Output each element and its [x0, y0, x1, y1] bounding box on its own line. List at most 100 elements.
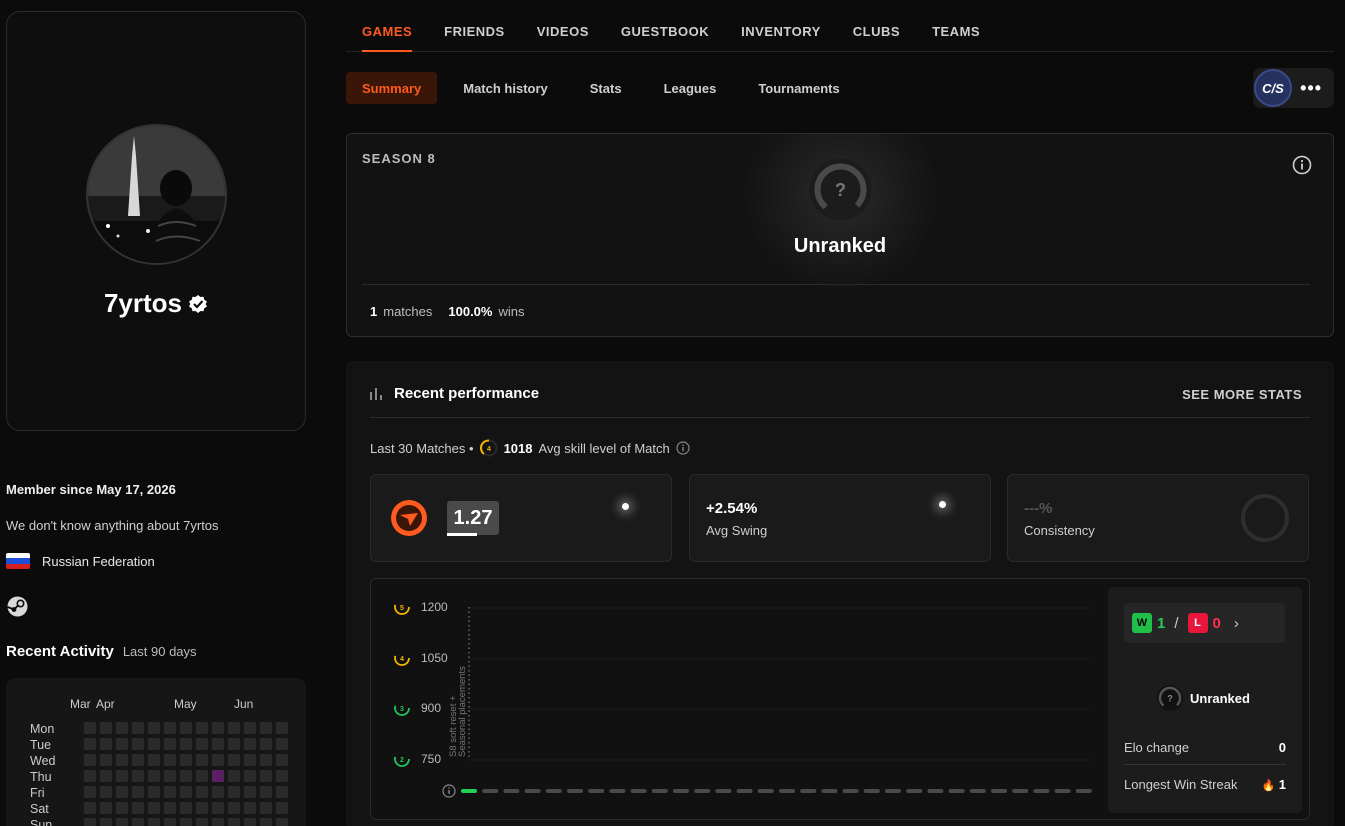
heatmap-cell[interactable]	[260, 802, 272, 814]
heatmap-cell[interactable]	[228, 770, 240, 782]
heatmap-cell[interactable]	[164, 786, 176, 798]
heatmap-cell[interactable]	[260, 722, 272, 734]
heatmap-cell[interactable]	[180, 738, 192, 750]
heatmap-cell[interactable]	[84, 722, 96, 734]
game-switcher[interactable]: C/S •••	[1253, 68, 1334, 108]
heatmap-cell[interactable]	[228, 722, 240, 734]
tab-inventory[interactable]: INVENTORY	[725, 0, 837, 51]
match-result-dash[interactable]	[461, 789, 477, 793]
tab-videos[interactable]: VIDEOS	[521, 0, 605, 51]
subtab-match-history[interactable]: Match history	[447, 72, 564, 104]
heatmap-cell[interactable]	[212, 802, 224, 814]
heatmap-cell[interactable]	[132, 738, 144, 750]
heatmap-cell[interactable]	[100, 802, 112, 814]
heatmap-cell[interactable]	[196, 738, 208, 750]
heatmap-cell[interactable]	[148, 722, 160, 734]
heatmap-cell[interactable]	[212, 738, 224, 750]
heatmap-cell[interactable]	[116, 738, 128, 750]
subtab-stats[interactable]: Stats	[574, 72, 638, 104]
info-icon[interactable]	[1292, 155, 1312, 175]
kd-stat-box[interactable]: 1.27	[370, 474, 672, 562]
heatmap-cell[interactable]	[116, 722, 128, 734]
heatmap-cell[interactable]	[212, 770, 224, 782]
heatmap-cell[interactable]	[260, 770, 272, 782]
heatmap-cell[interactable]	[212, 786, 224, 798]
heatmap-cell[interactable]	[196, 786, 208, 798]
heatmap-cell[interactable]	[164, 802, 176, 814]
tab-games[interactable]: GAMES	[346, 0, 428, 52]
heatmap-cell[interactable]	[132, 802, 144, 814]
heatmap-cell[interactable]	[100, 722, 112, 734]
heatmap-cell[interactable]	[196, 818, 208, 826]
heatmap-cell[interactable]	[164, 770, 176, 782]
tab-guestbook[interactable]: GUESTBOOK	[605, 0, 725, 51]
heatmap-cell[interactable]	[276, 786, 288, 798]
tab-clubs[interactable]: CLUBS	[837, 0, 916, 51]
heatmap-cell[interactable]	[228, 802, 240, 814]
heatmap-cell[interactable]	[180, 770, 192, 782]
heatmap-cell[interactable]	[276, 754, 288, 766]
heatmap-cell[interactable]	[116, 818, 128, 826]
heatmap-cell[interactable]	[244, 738, 256, 750]
heatmap-cell[interactable]	[244, 722, 256, 734]
heatmap-cell[interactable]	[180, 722, 192, 734]
heatmap-cell[interactable]	[180, 754, 192, 766]
heatmap-cell[interactable]	[148, 738, 160, 750]
subtab-tournaments[interactable]: Tournaments	[742, 72, 855, 104]
heatmap-cell[interactable]	[132, 722, 144, 734]
heatmap-cell[interactable]	[212, 722, 224, 734]
more-options-icon[interactable]: •••	[1300, 78, 1322, 99]
heatmap-cell[interactable]	[228, 786, 240, 798]
heatmap-cell[interactable]	[148, 770, 160, 782]
heatmap-cell[interactable]	[196, 754, 208, 766]
subtab-leagues[interactable]: Leagues	[648, 72, 733, 104]
heatmap-cell[interactable]	[276, 738, 288, 750]
heatmap-cell[interactable]	[260, 738, 272, 750]
heatmap-cell[interactable]	[260, 786, 272, 798]
heatmap-cell[interactable]	[116, 754, 128, 766]
heatmap-cell[interactable]	[116, 802, 128, 814]
heatmap-cell[interactable]	[244, 802, 256, 814]
heatmap-cell[interactable]	[164, 738, 176, 750]
heatmap-cell[interactable]	[196, 770, 208, 782]
heatmap-cell[interactable]	[132, 818, 144, 826]
heatmap-cell[interactable]	[212, 818, 224, 826]
heatmap-cell[interactable]	[164, 818, 176, 826]
heatmap-cell[interactable]	[132, 786, 144, 798]
heatmap-cell[interactable]	[244, 818, 256, 826]
heatmap-cell[interactable]	[228, 818, 240, 826]
heatmap-cell[interactable]	[116, 786, 128, 798]
avatar[interactable]	[86, 124, 227, 265]
heatmap-cell[interactable]	[276, 818, 288, 826]
heatmap-cell[interactable]	[84, 754, 96, 766]
heatmap-cell[interactable]	[84, 802, 96, 814]
see-more-stats-link[interactable]: SEE MORE STATS	[1182, 387, 1302, 402]
steam-icon[interactable]	[7, 596, 28, 617]
avg-swing-box[interactable]: +2.54% Avg Swing	[689, 474, 991, 562]
heatmap-cell[interactable]	[100, 818, 112, 826]
heatmap-cell[interactable]	[84, 786, 96, 798]
heatmap-cell[interactable]	[132, 754, 144, 766]
cs2-game-icon[interactable]: C/S	[1254, 69, 1292, 107]
tab-teams[interactable]: TEAMS	[916, 0, 996, 51]
heatmap-cell[interactable]	[84, 738, 96, 750]
heatmap-cell[interactable]	[148, 754, 160, 766]
heatmap-cell[interactable]	[212, 754, 224, 766]
heatmap-cell[interactable]	[148, 786, 160, 798]
consistency-box[interactable]: ---% Consistency	[1007, 474, 1309, 562]
heatmap-cell[interactable]	[100, 770, 112, 782]
heatmap-cell[interactable]	[100, 738, 112, 750]
heatmap-cell[interactable]	[276, 802, 288, 814]
heatmap-cell[interactable]	[260, 754, 272, 766]
heatmap-cell[interactable]	[244, 754, 256, 766]
heatmap-cell[interactable]	[260, 818, 272, 826]
chart-info-icon[interactable]	[442, 784, 456, 798]
heatmap-cell[interactable]	[196, 802, 208, 814]
heatmap-cell[interactable]	[148, 818, 160, 826]
heatmap-cell[interactable]	[180, 802, 192, 814]
heatmap-cell[interactable]	[132, 770, 144, 782]
tab-friends[interactable]: FRIENDS	[428, 0, 521, 51]
heatmap-cell[interactable]	[196, 722, 208, 734]
chevron-right-icon[interactable]: ›	[1234, 615, 1239, 632]
heatmap-cell[interactable]	[244, 786, 256, 798]
